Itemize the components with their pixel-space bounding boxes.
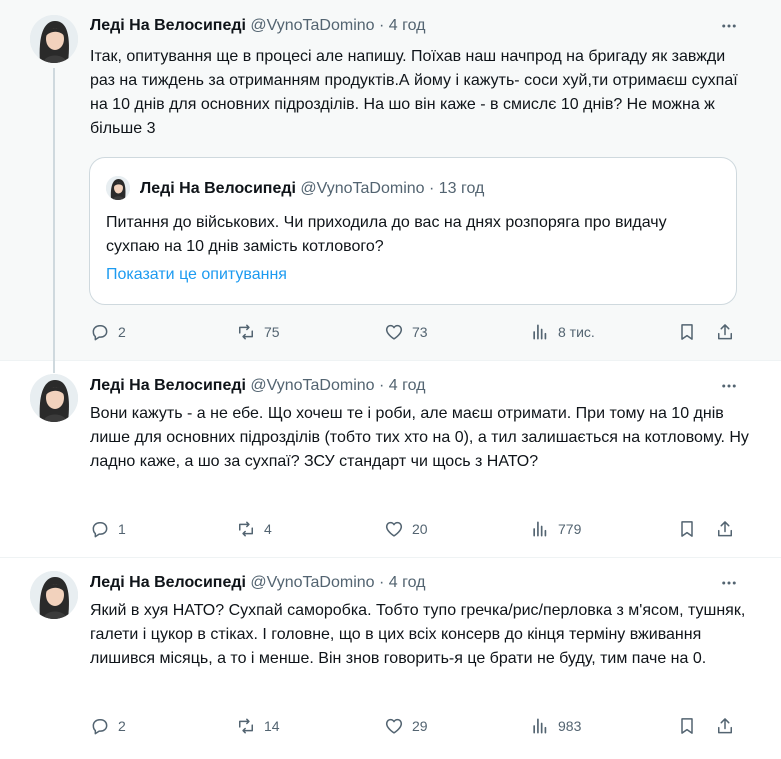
bookmark-button[interactable] (676, 518, 698, 540)
repost-icon (239, 718, 253, 734)
repost-icon (239, 521, 253, 537)
bookmark-icon (681, 718, 693, 734)
tweet-time[interactable]: 4 год (389, 17, 426, 34)
repost-count: 14 (264, 718, 280, 734)
quote-text: Питання до військових. Чи приходила до в… (106, 214, 667, 255)
repost-count: 4 (264, 521, 272, 537)
quoted-tweet[interactable]: Леді На Велосипеді @VynoTaDomino · 13 го… (89, 157, 737, 305)
like-button[interactable]: 29 (384, 715, 428, 737)
like-count: 73 (412, 324, 428, 340)
like-icon (385, 324, 403, 340)
quote-avatar (106, 176, 130, 200)
like-icon (385, 521, 403, 537)
like-icon (385, 718, 403, 734)
avatar[interactable] (30, 15, 78, 63)
views-icon (533, 718, 547, 734)
author-name[interactable]: Леді На Велосипеді (90, 17, 246, 34)
avatar-illustration (30, 374, 78, 422)
author-handle[interactable]: @VynoTaDomino (250, 17, 374, 34)
quote-time: 13 год (438, 180, 485, 197)
views-button[interactable]: 779 (530, 518, 581, 540)
reply-icon (92, 522, 108, 538)
like-count: 20 (412, 521, 428, 537)
repost-button[interactable]: 4 (236, 518, 272, 540)
more-options-button[interactable] (717, 572, 741, 594)
avatar[interactable] (30, 374, 78, 422)
separator-dot: · (379, 574, 385, 591)
views-icon (533, 324, 547, 340)
views-count: 779 (558, 521, 582, 537)
reply-count: 1 (118, 521, 126, 537)
tweet-time[interactable]: 4 год (389, 377, 426, 394)
share-icon (718, 521, 732, 537)
quote-author-name: Леді На Велосипеді (140, 180, 296, 197)
avatar[interactable] (30, 571, 78, 619)
more-icon (722, 24, 736, 28)
like-count: 29 (412, 718, 428, 734)
reply-count: 2 (118, 324, 126, 340)
repost-button[interactable]: 14 (236, 715, 280, 737)
tweet-text: Вони кажуть - а не ебе. Що хочеш те і ро… (90, 405, 754, 470)
action-bar: 2 14 29 983 (90, 715, 740, 737)
reply-button[interactable]: 1 (90, 518, 126, 540)
show-poll-link[interactable]: Показати це опитування (106, 264, 287, 286)
reply-icon (92, 719, 108, 735)
views-button[interactable]: 8 тис. (530, 321, 595, 343)
repost-count: 75 (264, 324, 280, 340)
tweet-1[interactable]: Леді На Велосипеді @VynoTaDomino · 4 год… (0, 0, 781, 360)
like-button[interactable]: 20 (384, 518, 428, 540)
tweet-text: Ітак, опитування ще в процесі але напишу… (90, 48, 743, 137)
share-button[interactable] (714, 321, 736, 343)
tweet-text: Який в хуя НАТО? Сухпай саморобка. Тобто… (90, 602, 750, 667)
action-bar: 1 4 20 779 (90, 518, 740, 540)
separator-dot: · (379, 377, 385, 394)
views-icon (533, 521, 547, 537)
tweet-3[interactable]: Леді На Велосипеді @VynoTaDomino · 4 год… (0, 557, 781, 759)
tweet-header: Леді На Велосипеді @VynoTaDomino · 4 год (90, 15, 426, 37)
more-options-button[interactable] (717, 15, 741, 37)
action-bar: 2 75 73 8 тис. (90, 321, 740, 343)
tweet-header: Леді На Велосипеді @VynoTaDomino · 4 год (90, 572, 426, 594)
tweet-header: Леді На Велосипеді @VynoTaDomino · 4 год (90, 375, 426, 397)
separator-dot: · (379, 17, 385, 34)
share-icon (718, 718, 732, 734)
author-handle[interactable]: @VynoTaDomino (250, 377, 374, 394)
avatar-illustration (30, 15, 78, 63)
thread-line (53, 68, 55, 360)
avatar-illustration (106, 176, 130, 200)
views-button[interactable]: 983 (530, 715, 581, 737)
bookmark-icon (681, 521, 693, 537)
more-icon (722, 581, 736, 585)
reply-icon (92, 325, 108, 341)
thread-line (53, 360, 55, 373)
tweet-2[interactable]: Леді На Велосипеді @VynoTaDomino · 4 год… (0, 360, 781, 557)
separator-dot: · (429, 180, 435, 197)
reply-count: 2 (118, 718, 126, 734)
bookmark-button[interactable] (676, 715, 698, 737)
reply-button[interactable]: 2 (90, 715, 126, 737)
quote-header: Леді На Велосипеді @VynoTaDomino · 13 го… (140, 178, 484, 200)
share-icon (718, 324, 732, 340)
tweet-time[interactable]: 4 год (389, 574, 426, 591)
views-count: 8 тис. (558, 324, 595, 340)
bookmark-button[interactable] (676, 321, 698, 343)
bookmark-icon (681, 324, 693, 340)
author-name[interactable]: Леді На Велосипеді (90, 574, 246, 591)
reply-button[interactable]: 2 (90, 321, 126, 343)
repost-icon (239, 324, 253, 340)
more-icon (722, 384, 736, 388)
views-count: 983 (558, 718, 582, 734)
more-options-button[interactable] (717, 375, 741, 397)
share-button[interactable] (714, 715, 736, 737)
repost-button[interactable]: 75 (236, 321, 280, 343)
share-button[interactable] (714, 518, 736, 540)
author-handle[interactable]: @VynoTaDomino (250, 574, 374, 591)
quote-author-handle: @VynoTaDomino (300, 180, 425, 197)
author-name[interactable]: Леді На Велосипеді (90, 377, 246, 394)
like-button[interactable]: 73 (384, 321, 428, 343)
avatar-illustration (30, 571, 78, 619)
